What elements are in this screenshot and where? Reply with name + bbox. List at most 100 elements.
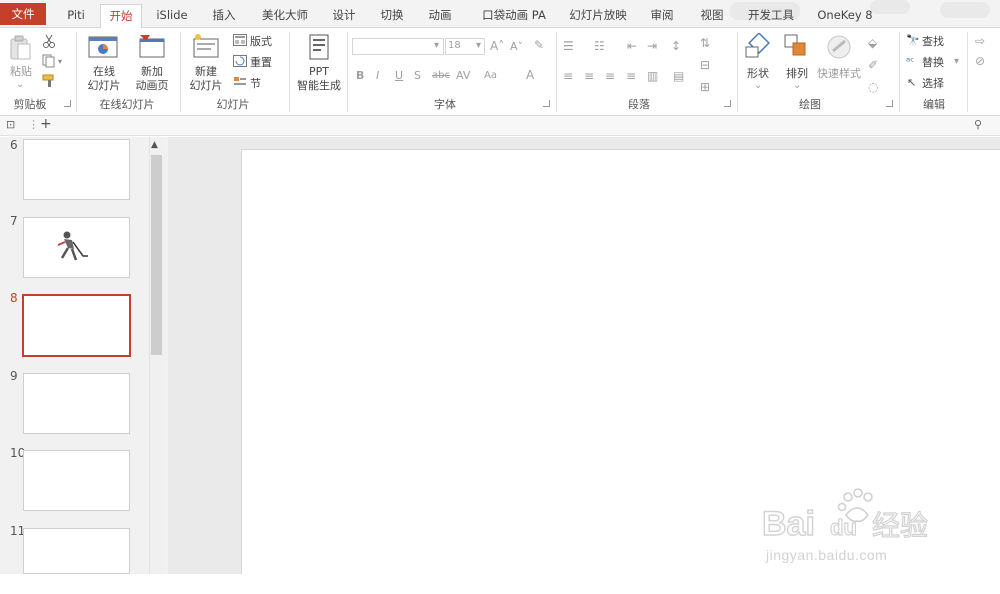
cut-icon[interactable] [42,34,56,48]
slide-thumbnail-selected[interactable] [22,294,131,357]
distributed-icon[interactable]: ▥ [647,69,658,83]
tab-islide[interactable]: iSlide [150,4,194,28]
font-color-icon[interactable]: A [526,68,534,82]
align-right-icon[interactable]: ≡ [605,69,615,83]
increase-indent-icon[interactable]: ⇥ [647,39,657,53]
reset-button[interactable]: 重置 [250,56,280,69]
paste-dropdown-icon[interactable]: ⌄ [16,79,24,90]
font-name-dropdown-icon[interactable]: ▾ [434,40,439,51]
new-animation-page-button-line2[interactable]: 动画页 [128,79,176,92]
quick-styles-icon[interactable] [825,33,855,61]
grow-font-icon[interactable]: A˄ [490,39,504,53]
italic-icon[interactable]: I [376,69,379,82]
section-button[interactable]: 节 [250,77,274,90]
tab-insert[interactable]: 插入 [204,4,244,28]
paragraph-launcher-icon[interactable] [724,100,731,107]
shrink-font-icon[interactable]: A˅ [510,40,523,53]
shape-fill-icon[interactable]: ⬙ [868,36,877,50]
smartart-icon[interactable]: ⊞ [700,80,710,94]
align-center-icon[interactable]: ≡ [584,69,594,83]
ppt-generate-button[interactable]: PPT [298,65,340,78]
tab-view[interactable]: 视图 [692,4,732,28]
ppt-generate-icon[interactable] [306,33,332,61]
extra-ribbon-icon[interactable]: ⇨ [975,34,985,48]
find-icon[interactable]: 🔭 [906,34,920,47]
new-slide-button-line2[interactable]: 幻灯片 [182,79,230,92]
text-direction-icon[interactable]: ⇅ [700,36,710,50]
align-text-icon[interactable]: ⊟ [700,58,710,72]
numbering-icon[interactable]: ☷ [594,39,605,53]
online-slides-icon[interactable] [88,34,118,60]
underline-icon[interactable]: U [395,69,403,82]
tab-transitions[interactable]: 切换 [372,4,412,28]
select-icon[interactable]: ↖ [907,76,916,89]
justify-icon[interactable]: ≡ [626,69,636,83]
replace-dropdown-icon[interactable]: ▾ [954,56,959,67]
quick-styles-button[interactable]: 快速样式 [814,67,864,80]
copy-icon[interactable]: ▾ [42,54,66,68]
tab-review[interactable]: 审阅 [642,4,682,28]
slide-thumbnail[interactable] [23,373,130,434]
slide-thumbnail[interactable] [23,217,130,278]
tab-meihua[interactable]: 美化大师 [254,4,316,28]
columns-icon[interactable]: ▤ [673,69,684,83]
shapes-dropdown-icon[interactable]: ⌄ [754,80,762,91]
decrease-indent-icon[interactable]: ⇤ [627,39,637,53]
align-left-icon[interactable]: ≡ [563,69,573,83]
section-icon[interactable] [233,76,247,88]
shape-outline-icon[interactable]: ✐ [868,58,878,72]
tab-onekey[interactable]: OneKey 8 [812,4,878,28]
clipboard-launcher-icon[interactable] [64,100,71,107]
bullets-icon[interactable]: ☰ [563,39,574,53]
arrange-dropdown-icon[interactable]: ⌄ [793,80,801,91]
select-button[interactable]: 选择 [922,77,952,90]
add-icon[interactable]: + [40,116,52,132]
shape-effects-icon[interactable]: ◌ [868,80,878,94]
format-painter-icon[interactable] [42,74,58,88]
arrange-button[interactable]: 排列 [780,67,814,80]
scrollbar-thumb[interactable] [151,155,162,355]
arrange-icon[interactable] [783,33,811,61]
change-case-icon[interactable]: Aa [484,70,497,81]
shadow-icon[interactable]: S [414,69,421,82]
tab-piti[interactable]: Piti [58,4,94,28]
new-slide-icon[interactable] [192,33,220,61]
layout-icon[interactable] [233,34,247,46]
tab-developer[interactable]: 开发工具 [742,4,800,28]
online-slides-button-line2[interactable]: 幻灯片 [80,79,128,92]
online-slides-button[interactable]: 在线 [84,65,124,78]
slide-thumbnail[interactable] [23,528,130,574]
ppt-generate-button-line2[interactable]: 智能生成 [294,79,344,92]
shapes-button[interactable]: 形状 [740,67,776,80]
clear-formatting-icon[interactable]: ✎ [534,38,544,52]
tab-pocket-animation[interactable]: 口袋动画 PA [474,4,554,28]
layout-button[interactable]: 版式 [250,35,284,48]
tab-home[interactable]: 开始 [100,4,142,29]
strikethrough-icon[interactable]: abc [432,70,450,81]
font-name-field[interactable] [352,38,444,55]
reset-icon[interactable] [233,55,247,67]
scroll-up-icon[interactable]: ▲ [151,140,158,150]
line-spacing-icon[interactable]: ↕ [671,39,681,53]
bold-icon[interactable]: B [356,69,364,82]
character-spacing-icon[interactable]: AV [456,69,470,82]
paste-button[interactable]: 粘贴 [8,65,34,78]
find-button[interactable]: 查找 [922,35,952,48]
slide-thumbnail[interactable] [23,139,130,200]
pin-ribbon-icon[interactable]: ⚲ [974,118,982,131]
section-toggle-icon[interactable]: ⊡ [6,118,15,131]
new-animation-page-icon[interactable] [138,33,166,61]
replace-button[interactable]: 替换 [922,56,952,69]
font-size-dropdown-icon[interactable]: ▾ [476,40,481,51]
tab-design[interactable]: 设计 [324,4,364,28]
new-slide-button[interactable]: 新建 [186,65,226,78]
tab-animations[interactable]: 动画 [420,4,460,28]
tab-slideshow[interactable]: 幻灯片放映 [564,4,632,28]
drawing-launcher-icon[interactable] [886,100,893,107]
slide-thumbnail[interactable] [23,450,130,511]
shapes-icon[interactable] [744,32,772,61]
replace-icon[interactable]: ᵃᶜ [906,55,914,68]
font-launcher-icon[interactable] [543,100,550,107]
paste-icon[interactable] [8,34,34,62]
new-animation-page-button[interactable]: 新加 [132,65,172,78]
